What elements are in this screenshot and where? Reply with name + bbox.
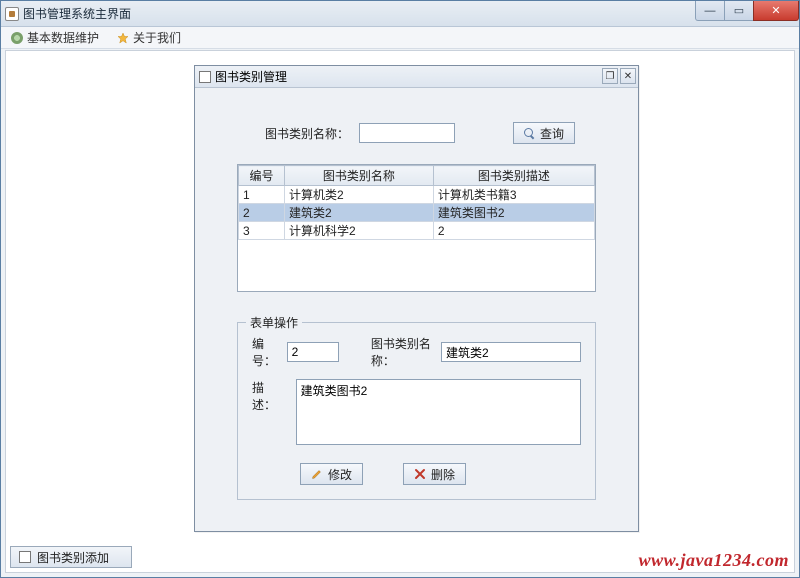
internal-frame-body: 图书类别名称： 查询 编号 图书类别名称 图书类别描述 — [195, 88, 638, 531]
menu-basic-data[interactable]: 基本数据维护 — [7, 27, 103, 48]
name-label: 图书类别名称： — [371, 335, 433, 369]
col-desc[interactable]: 图书类别描述 — [433, 166, 594, 186]
mdi-client: 图书类别管理 ❐ ✕ 图书类别名称： 查询 — [5, 50, 795, 573]
menu-label: 基本数据维护 — [27, 29, 99, 46]
iframe-close-button[interactable]: ✕ — [620, 68, 636, 84]
search-icon — [524, 128, 535, 139]
col-name[interactable]: 图书类别名称 — [285, 166, 434, 186]
close-button[interactable]: ✕ — [753, 1, 799, 21]
pencil-icon — [311, 468, 323, 480]
search-row: 图书类别名称： 查询 — [265, 122, 620, 144]
star-icon — [117, 32, 129, 44]
document-icon — [19, 551, 31, 563]
x-icon — [414, 468, 426, 480]
taskbar-button-label: 图书类别添加 — [37, 549, 109, 566]
menubar: 基本数据维护 关于我们 — [1, 27, 799, 49]
menu-about[interactable]: 关于我们 — [113, 27, 185, 48]
window-title: 图书管理系统主界面 — [23, 5, 131, 22]
category-table[interactable]: 编号 图书类别名称 图书类别描述 1 计算机类2 计算机类书籍3 — [237, 164, 596, 292]
search-button[interactable]: 查询 — [513, 122, 575, 144]
desc-label: 描述： — [252, 379, 288, 413]
col-id[interactable]: 编号 — [239, 166, 285, 186]
search-button-label: 查询 — [540, 125, 564, 142]
gear-icon — [11, 32, 23, 44]
table-header-row: 编号 图书类别名称 图书类别描述 — [239, 166, 595, 186]
main-window: 图书管理系统主界面 — ▭ ✕ 基本数据维护 关于我们 图书类别管理 ❐ — [0, 0, 800, 578]
table-row[interactable]: 3 计算机科学2 2 — [239, 222, 595, 240]
fieldset-legend: 表单操作 — [246, 314, 302, 331]
modify-button[interactable]: 修改 — [300, 463, 363, 485]
form-fieldset: 表单操作 编号： 图书类别名称： 描述： — [237, 322, 596, 500]
id-label: 编号： — [252, 335, 279, 369]
window-controls: — ▭ ✕ — [696, 1, 799, 21]
menu-label: 关于我们 — [133, 29, 181, 46]
table-row[interactable]: 2 建筑类2 建筑类图书2 — [239, 204, 595, 222]
internal-frame-title: 图书类别管理 — [215, 68, 287, 85]
watermark-text: www.java1234.com — [639, 550, 789, 571]
search-label: 图书类别名称： — [265, 125, 349, 142]
document-icon — [199, 71, 211, 83]
search-input[interactable] — [359, 123, 455, 143]
desc-field[interactable] — [296, 379, 581, 445]
delete-button-label: 删除 — [431, 466, 455, 483]
java-icon — [5, 7, 19, 21]
modify-button-label: 修改 — [328, 466, 352, 483]
maximize-button[interactable]: ▭ — [724, 1, 754, 21]
internal-frame-titlebar[interactable]: 图书类别管理 ❐ ✕ — [195, 66, 638, 88]
internal-frame-category-manage: 图书类别管理 ❐ ✕ 图书类别名称： 查询 — [194, 65, 639, 532]
id-field[interactable] — [287, 342, 339, 362]
delete-button[interactable]: 删除 — [403, 463, 466, 485]
minimize-button[interactable]: — — [695, 1, 725, 21]
iframe-restore-button[interactable]: ❐ — [602, 68, 618, 84]
table-row[interactable]: 1 计算机类2 计算机类书籍3 — [239, 186, 595, 204]
titlebar[interactable]: 图书管理系统主界面 — ▭ ✕ — [1, 1, 799, 27]
taskbar-button-category-add[interactable]: 图书类别添加 — [10, 546, 132, 568]
name-field[interactable] — [441, 342, 581, 362]
